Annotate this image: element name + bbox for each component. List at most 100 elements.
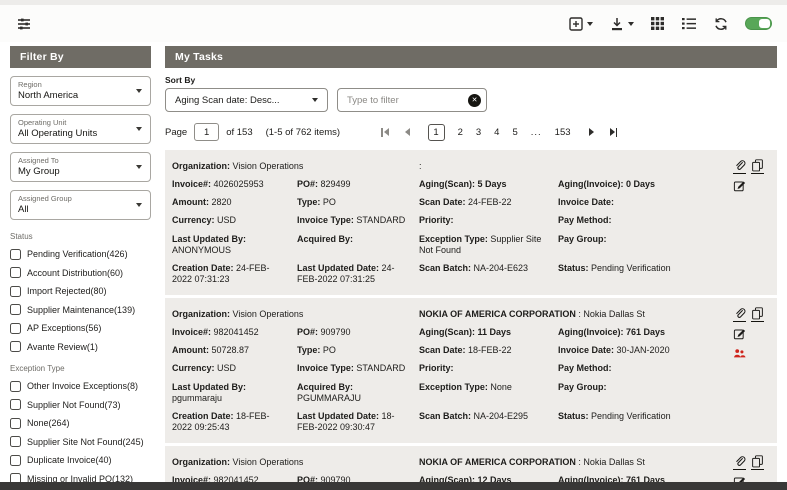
field-invoice-date: Invoice Date: [558,194,733,212]
page-number-input[interactable] [194,123,219,141]
field-label: PO#: [297,179,318,189]
checkbox-icon[interactable] [10,304,21,315]
organization-cell: Organization: Vision Operations [172,453,419,471]
copy-icon[interactable] [751,455,764,470]
task-list: Organization: Vision Operations:Invoice#… [165,150,777,490]
dropdown-value: All Operating Units [18,128,143,139]
filter-option-supplier-maintenance-139[interactable]: Supplier Maintenance(139) [10,304,151,315]
edit-icon[interactable] [733,179,769,194]
grid-view-button[interactable] [650,16,665,31]
field-value: 11 Days [478,327,512,337]
filter-option-duplicate-invoice-40[interactable]: Duplicate Invoice(40) [10,455,151,466]
filter-dropdown-assigned-to[interactable]: Assigned ToMy Group [10,152,151,182]
filter-option-avante-review-1[interactable]: Avante Review(1) [10,341,151,352]
checkbox-icon[interactable] [10,436,21,447]
field-invoice: Invoice#: 982041452 [172,323,297,341]
field-value: 761 Days [626,327,665,337]
dropdown-label: Assigned Group [18,194,143,203]
attachment-icon[interactable] [733,455,746,470]
assign-user-icon[interactable] [733,347,769,362]
organization-cell: Organization: Vision Operations [172,305,419,323]
field-exception-type: Exception Type: Supplier Site Not Found [419,230,558,260]
field-priority: Priority: [419,360,558,378]
prev-page-button[interactable] [405,128,410,136]
filter-option-none-264[interactable]: None(264) [10,418,151,429]
copy-icon[interactable] [751,159,764,174]
next-page-button[interactable] [589,128,594,136]
filter-option-pending-verification-426[interactable]: Pending Verification(426) [10,249,151,260]
filter-option-account-distribution-60[interactable]: Account Distribution(60) [10,267,151,278]
field-label: Acquired By: [297,234,353,244]
dropdown-value: North America [18,90,143,101]
task-card[interactable]: Organization: Vision Operations:Invoice#… [165,150,777,295]
field-label: Exception Type: [419,234,488,244]
filter-dropdown-region[interactable]: RegionNorth America [10,76,151,106]
filter-option-supplier-not-found-73[interactable]: Supplier Not Found(73) [10,399,151,410]
checkbox-icon[interactable] [10,341,21,352]
first-page-button[interactable] [381,128,389,137]
page-button-3[interactable]: 3 [476,127,481,138]
checkbox-icon[interactable] [10,323,21,334]
checkbox-icon[interactable] [10,455,21,466]
filter-option-ap-exceptions-56[interactable]: AP Exceptions(56) [10,323,151,334]
filter-option-import-rejected-80[interactable]: Import Rejected(80) [10,286,151,297]
field-label: Invoice Date: [558,197,614,207]
checkbox-icon[interactable] [10,267,21,278]
filter-option-label: Avante Review(1) [27,342,98,352]
field-label: Last Updated By: [172,234,246,244]
field-label: Status: [558,411,589,421]
field-label: Invoice Date: [558,345,614,355]
checkbox-icon[interactable] [10,381,21,392]
add-record-button[interactable] [568,16,593,32]
task-card[interactable]: Organization: Vision OperationsNOKIA OF … [165,298,777,443]
card-actions [733,157,769,289]
edit-icon[interactable] [733,327,769,342]
card-actions [733,305,769,437]
copy-icon[interactable] [751,307,764,322]
field-currency: Currency: USD [172,212,297,230]
checkbox-icon[interactable] [10,249,21,260]
page-button-5[interactable]: 5 [512,127,517,138]
page-button-2[interactable]: 2 [458,127,463,138]
field-value: Pending Verification [591,411,671,421]
last-page-button[interactable] [610,128,618,137]
chevron-down-icon [136,127,142,131]
field-label: Scan Batch: [419,263,471,273]
page-button-153[interactable]: 153 [555,127,571,138]
field-label: Creation Date: [172,263,234,273]
page-button-1[interactable]: 1 [428,124,445,141]
field-label: Invoice Type: [297,363,354,373]
filter-dropdown-assigned-group[interactable]: Assigned GroupAll [10,190,151,220]
sort-dropdown[interactable]: Aging Scan date: Desc... [165,88,328,112]
filter-menu-icon[interactable] [15,15,33,33]
checkbox-icon[interactable] [10,286,21,297]
checkbox-icon[interactable] [10,399,21,410]
power-toggle[interactable] [745,17,772,30]
field-status: Status: Pending Verification [558,260,733,290]
filter-option-other-invoice-exceptions-8[interactable]: Other Invoice Exceptions(8) [10,381,151,392]
attachment-icon[interactable] [733,159,746,174]
checkbox-icon[interactable] [10,418,21,429]
field-label: Aging(Scan): [419,179,475,189]
field-pay-method: Pay Method: [558,360,733,378]
topbar [0,5,787,42]
sidebar-filters: RegionNorth America Operating UnitAll Ope… [10,76,151,490]
field-value: 2820 [212,197,232,207]
refresh-button[interactable] [713,16,729,32]
supplier-cell: NOKIA OF AMERICA CORPORATION : Nokia Dal… [419,305,733,323]
field-label: Last Updated Date: [297,263,379,273]
field-label: Invoice#: [172,327,211,337]
field-label: Currency: [172,363,215,373]
filter-input[interactable] [337,88,487,112]
page-button-4[interactable]: 4 [494,127,499,138]
field-status: Status: Pending Verification [558,408,733,438]
sort-controls: Aging Scan date: Desc... ✕ [165,88,777,112]
field-amount: Amount: 2820 [172,194,297,212]
filter-dropdown-operating-unit[interactable]: Operating UnitAll Operating Units [10,114,151,144]
clear-filter-icon[interactable]: ✕ [468,94,481,107]
filter-option-label: Duplicate Invoice(40) [27,455,112,465]
attachment-icon[interactable] [733,307,746,322]
download-button[interactable] [609,16,634,32]
list-view-button[interactable] [681,16,697,31]
filter-option-supplier-site-not-found-245[interactable]: Supplier Site Not Found(245) [10,436,151,447]
